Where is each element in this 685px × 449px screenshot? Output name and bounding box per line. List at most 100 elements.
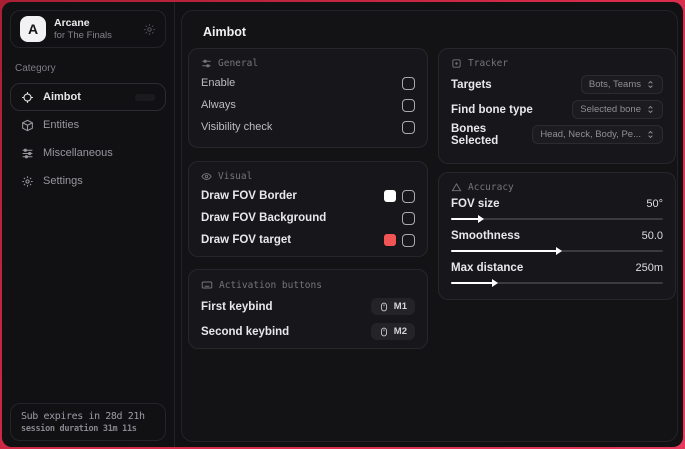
row-label: FOV size — [451, 198, 500, 210]
row-label: Always — [201, 99, 236, 111]
aimbot-item-hint — [135, 93, 155, 101]
row-label: Draw FOV Background — [201, 212, 327, 224]
card-accuracy: Accuracy FOV size 50° Smoothness 50.0 Ma… — [438, 172, 676, 300]
slider-thumb[interactable] — [556, 247, 562, 255]
app-subtitle: for The Finals — [54, 29, 112, 41]
setting-row-fov-border: Draw FOV Border — [201, 185, 415, 207]
setting-row-visibility-check: Visibility check — [201, 116, 415, 138]
fov-size-slider[interactable] — [451, 215, 663, 223]
main-panel: Aimbot General Enable Always Visibility … — [181, 10, 678, 442]
sliders-icon — [21, 147, 34, 160]
card-title: Activation buttons — [219, 279, 322, 291]
max-distance-slider[interactable] — [451, 279, 663, 287]
sidebar-item-label: Entities — [43, 119, 80, 131]
page-title: Aimbot — [203, 25, 247, 39]
setting-row-targets: Targets Bots, Teams — [451, 72, 663, 97]
row-label: Draw FOV target — [201, 234, 292, 246]
sidebar-nav: Aimbot Entities Miscellaneous Settings — [2, 83, 174, 195]
app-header: A Arcane for The Finals — [10, 10, 166, 48]
card-tracker: Tracker Targets Bots, Teams Find bone ty… — [438, 48, 676, 164]
always-checkbox[interactable] — [402, 98, 415, 112]
card-general: General Enable Always Visibility check — [188, 48, 428, 148]
gear-icon — [21, 175, 34, 188]
chevrons-up-down-icon — [646, 105, 655, 114]
row-label: Targets — [451, 78, 492, 91]
sidebar-item-label: Settings — [43, 175, 83, 187]
sidebar-item-entities[interactable]: Entities — [2, 111, 174, 139]
setting-row-bones-selected: Bones Selected Head, Neck, Body, Pe... — [451, 122, 663, 147]
row-label: Max distance — [451, 262, 524, 274]
fov-background-checkbox[interactable] — [402, 211, 415, 225]
card-visual: Visual Draw FOV Border Draw FOV Backgrou… — [188, 161, 428, 257]
row-label: Draw FOV Border — [201, 190, 297, 202]
app-title: Arcane — [54, 16, 90, 29]
fov-target-color-swatch[interactable] — [384, 234, 396, 246]
scan-target-icon — [451, 58, 462, 69]
targets-select[interactable]: Bots, Teams — [580, 75, 663, 94]
setting-row-max-distance: Max distance 250m — [451, 262, 663, 287]
keybind-value: M2 — [393, 326, 407, 337]
fov-target-checkbox[interactable] — [402, 233, 415, 247]
mouse-icon — [379, 302, 389, 312]
header-gear-icon[interactable] — [143, 23, 156, 36]
row-label: Smoothness — [451, 230, 521, 242]
sidebar-item-settings[interactable]: Settings — [2, 167, 174, 195]
smoothness-slider[interactable] — [451, 247, 663, 255]
setting-row-find-bone-type: Find bone type Selected bone — [451, 97, 663, 122]
chevrons-up-down-icon — [646, 130, 655, 139]
app-window: A Arcane for The Finals Category Aimbot … — [2, 2, 683, 447]
select-value: Head, Neck, Body, Pe... — [540, 129, 641, 140]
find-bone-type-select[interactable]: Selected bone — [572, 100, 663, 119]
sub-expiry-text: Sub expires in 28d 21h — [21, 411, 145, 422]
smoothness-value: 50.0 — [641, 230, 663, 242]
row-label: Second keybind — [201, 325, 290, 338]
fov-border-checkbox[interactable] — [402, 189, 415, 203]
eye-icon — [201, 171, 212, 182]
slider-fill — [451, 279, 499, 287]
sidebar-item-label: Aimbot — [43, 91, 81, 103]
crosshair-icon — [21, 91, 34, 104]
select-value: Selected bone — [580, 104, 641, 115]
setting-row-second-keybind: Second keybind M2 — [201, 319, 415, 344]
session-duration-text: session duration 31m 11s — [21, 424, 137, 434]
cube-icon — [21, 119, 34, 132]
sidebar: A Arcane for The Finals Category Aimbot … — [2, 2, 175, 447]
select-value: Bots, Teams — [588, 79, 641, 90]
enable-checkbox[interactable] — [402, 76, 415, 90]
category-label: Category — [15, 63, 56, 74]
general-icon — [201, 58, 212, 69]
setting-row-smoothness: Smoothness 50.0 — [451, 230, 663, 255]
app-logo: A — [20, 16, 46, 42]
slider-fill — [451, 247, 562, 255]
row-label: Bones Selected — [451, 122, 499, 147]
sidebar-item-miscellaneous[interactable]: Miscellaneous — [2, 139, 174, 167]
first-keybind-button[interactable]: M1 — [370, 298, 415, 315]
second-keybind-button[interactable]: M2 — [370, 323, 415, 340]
card-title: General — [218, 58, 259, 69]
mouse-icon — [379, 327, 389, 337]
bones-selected-select[interactable]: Head, Neck, Body, Pe... — [532, 125, 663, 144]
keyboard-icon — [201, 279, 213, 291]
setting-row-fov-target: Draw FOV target — [201, 229, 415, 251]
row-label: Find bone type — [451, 103, 533, 116]
slider-thumb[interactable] — [477, 215, 484, 223]
setting-row-always: Always — [201, 94, 415, 116]
sidebar-item-label: Miscellaneous — [43, 147, 113, 159]
setting-row-first-keybind: First keybind M1 — [201, 294, 415, 319]
slider-thumb[interactable] — [492, 279, 499, 287]
visibility-check-checkbox[interactable] — [402, 120, 415, 134]
max-distance-value: 250m — [635, 262, 663, 274]
card-title: Tracker — [468, 58, 509, 69]
row-label: Enable — [201, 77, 236, 89]
row-label: First keybind — [201, 300, 273, 313]
card-activation-buttons: Activation buttons First keybind M1 Seco… — [188, 269, 428, 349]
sidebar-item-aimbot[interactable]: Aimbot — [10, 83, 166, 111]
chevrons-up-down-icon — [646, 80, 655, 89]
triangle-icon — [451, 182, 462, 193]
subscription-info: Sub expires in 28d 21h session duration … — [10, 403, 166, 441]
setting-row-enable: Enable — [201, 72, 415, 94]
fov-border-color-swatch[interactable] — [384, 190, 396, 202]
setting-row-fov-background: Draw FOV Background — [201, 207, 415, 229]
setting-row-fov-size: FOV size 50° — [451, 198, 663, 223]
keybind-value: M1 — [393, 301, 407, 312]
